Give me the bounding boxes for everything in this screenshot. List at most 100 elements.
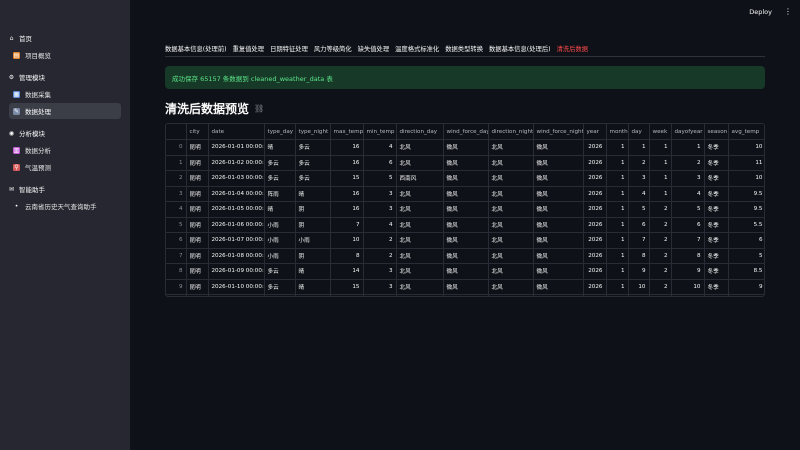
table-cell: 2026-01-11 00:00:00 [208,294,265,296]
table-cell: 9.5 [728,294,764,296]
table-cell: 昆明 [186,279,209,295]
column-header[interactable]: direction_day [396,124,444,140]
column-header[interactable]: direction_night [488,124,534,140]
table-cell: 9 [628,263,650,280]
table-cell: 微风 [533,170,584,187]
table-cell: 2026 [583,155,607,171]
link-icon[interactable]: ⛓ [254,104,264,113]
table-cell: 昆明 [186,155,209,171]
table-cell: 2026-01-05 00:00:00 [208,201,265,218]
sidebar-item-label: 数据采集 [25,91,51,99]
table-cell: 3 [363,279,397,295]
table-cell: 北风 [396,263,444,280]
table-cell: 北风 [396,201,444,218]
column-header[interactable]: day [628,124,650,140]
sidebar-item[interactable]: • 云南省历史天气查询助手 [9,198,121,214]
deploy-button[interactable]: Deploy [749,8,772,16]
table-cell: 11 [728,155,764,171]
column-header[interactable]: date [208,124,265,140]
column-header[interactable]: type_day [264,124,296,140]
table-row[interactable]: 5昆明2026-01-06 00:00:00小雨阴74北风微风北风微风20261… [166,217,764,233]
data-table[interactable]: city date type_day type_night max_temp min_te… [165,123,765,297]
table-cell: 多云 [295,155,331,171]
sidebar-item[interactable]: ▦ 数据采集 [9,86,121,102]
sidebar-item-label: 数据分析 [25,147,51,155]
table-cell: 北风 [396,294,444,296]
table-cell: 10 [728,139,764,156]
chart-icon: ▥ [13,146,20,154]
table-cell: 晴 [295,294,331,296]
column-header[interactable]: wind_force_night [533,124,584,140]
success-alert: 成功保存 65157 条数据到 cleaned_weather_data 表 [165,66,765,89]
table-row[interactable]: 3昆明2026-01-04 00:00:00阵雨晴163北风微风北风微风2026… [166,186,764,202]
table-cell: 1 [649,170,672,187]
table-row[interactable]: 9昆明2026-01-10 00:00:00多云晴153北风微风北风微风2026… [166,279,764,295]
table-cell: 3 [363,201,397,218]
table-cell: 北风 [396,139,444,156]
table-cell: 2026 [583,186,607,202]
table-cell: 阴 [295,217,331,233]
column-header[interactable]: max_temp [330,124,364,140]
table-cell: 北风 [488,155,534,171]
column-header[interactable]: wind_force_day [443,124,489,140]
table-cell: 2 [363,248,397,264]
row-index: 5 [166,217,187,233]
table-cell: 北风 [396,217,444,233]
table-cell: 5 [628,201,650,218]
table-cell: 多云 [264,294,296,296]
table-cell: 冬季 [704,232,729,249]
table-cell: 7 [330,217,364,233]
table-cell: 8 [330,248,364,264]
table-cell: 微风 [443,217,489,233]
table-cell: 9 [728,279,764,295]
table-row[interactable]: 0昆明2026-01-01 00:00:00晴多云164北风微风北风微风2026… [166,139,764,156]
table-cell: 2 [649,232,672,249]
table-cell: 5 [728,248,764,264]
table-cell: 冬季 [704,248,729,264]
column-header[interactable]: avg_temp [728,124,764,140]
sidebar-item[interactable]: ▤ 项目概览 [9,47,121,63]
tools-icon: ✎ [13,107,20,115]
table-cell: 昆明 [186,294,209,296]
row-index: 9 [166,279,187,295]
sidebar-item[interactable]: ✎ 数据处理 [9,103,121,119]
table-cell: 2 [628,155,650,171]
table-cell: 1 [606,170,629,187]
table-row[interactable]: 2昆明2026-01-03 00:00:00多云多云155西南风微风北风微风20… [166,170,764,187]
column-header[interactable]: year [583,124,607,140]
success-message: 成功保存 65157 条数据到 cleaned_weather_data 表 [172,74,333,83]
table-cell: 昆明 [186,217,209,233]
column-header[interactable]: month [606,124,629,140]
sidebar-item[interactable]: ▥ 数据分析 [9,142,121,158]
table-row[interactable]: 10昆明2026-01-11 00:00:00多云晴163北风微风北风微风202… [166,294,764,296]
more-menu-icon[interactable]: ⋮ [784,8,792,16]
table-row[interactable]: 6昆明2026-01-07 00:00:00小雨小雨102北风微风北风微风202… [166,232,764,249]
column-header[interactable]: dayofyear [671,124,705,140]
table-cell: 2026-01-04 00:00:00 [208,186,265,202]
sidebar-item[interactable]: ⚲ 气温预测 [9,159,121,175]
table-cell: 6 [628,217,650,233]
table-row[interactable]: 8昆明2026-01-09 00:00:00多云晴143北风微风北风微风2026… [166,263,764,280]
table-cell: 北风 [488,279,534,295]
column-header[interactable]: week [649,124,672,140]
column-header[interactable]: type_night [295,124,331,140]
column-header[interactable]: city [186,124,209,140]
column-header[interactable] [166,124,187,140]
chat-icon: ✉ [8,185,15,193]
table-cell: 8 [671,248,705,264]
table-row[interactable]: 1昆明2026-01-02 00:00:00多云多云166北风微风北风微风202… [166,155,764,171]
thermometer-icon: ⚲ [13,163,20,171]
table-row[interactable]: 7昆明2026-01-08 00:00:00小雨阴82北风微风北风微风20261… [166,248,764,264]
column-header[interactable]: season [704,124,729,140]
sidebar-section-label: 首页 [19,35,32,43]
table-cell: 2026-01-07 00:00:00 [208,232,265,249]
sidebar-section: ◉ 分析模块 [0,125,130,141]
table-cell: 2026 [583,279,607,295]
table-cell: 2026 [583,139,607,156]
column-header[interactable]: min_temp [363,124,397,140]
table-cell: 微风 [533,217,584,233]
table-cell: 2026-01-08 00:00:00 [208,248,265,264]
table-row[interactable]: 4昆明2026-01-05 00:00:00晴阴163北风微风北风微风20261… [166,201,764,218]
table-cell: 小雨 [264,248,296,264]
table-cell: 6 [728,232,764,249]
